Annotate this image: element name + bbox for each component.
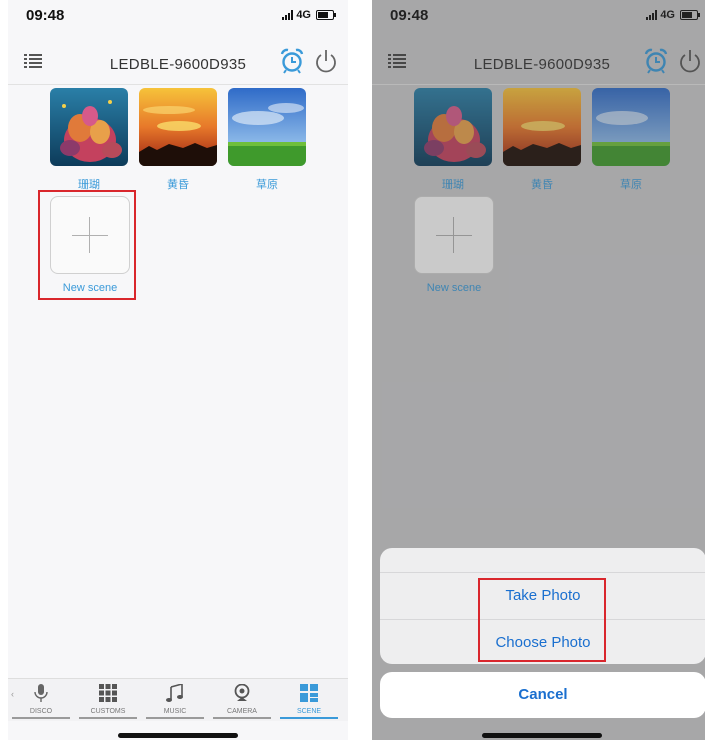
status-bar: 09:48 4G (8, 0, 348, 30)
tab-scene[interactable]: SCENE (276, 681, 342, 719)
home-indicator[interactable] (118, 733, 238, 738)
tab-music[interactable]: MUSIC (142, 681, 208, 719)
power-icon[interactable] (314, 48, 338, 74)
highlight-box-new-scene (38, 190, 136, 300)
network-type: 4G (296, 9, 311, 21)
scene-icon (300, 684, 318, 702)
tab-label-customs: CUSTOMS (90, 708, 126, 715)
tab-underline (12, 717, 70, 719)
battery-icon (316, 10, 336, 20)
tab-label-camera: CAMERA (227, 708, 257, 715)
scene-label-sunset[interactable]: 黄昏 (139, 176, 217, 192)
webcam-icon (234, 684, 250, 701)
tab-underline (280, 717, 338, 719)
status-indicators: 4G (282, 9, 336, 21)
grid-icon (99, 684, 117, 702)
phone-screen-photo-picker: 09:48 4G LEDBLE-9600D935 珊瑚 黄昏 草原 New sc… (372, 0, 705, 740)
tab-label-disco: DISCO (29, 708, 53, 715)
home-indicator[interactable] (482, 733, 602, 738)
phone-screen-scene-list: 09:48 4G LEDBLE-9600D935 珊瑚 黄昏 草原 New sc… (8, 0, 348, 740)
highlight-box-photo-options (478, 578, 606, 662)
signal-icon (282, 10, 294, 20)
cancel-button[interactable]: Cancel (380, 672, 705, 718)
action-sheet-header (380, 548, 705, 573)
tab-underline (146, 717, 204, 719)
alarm-clock-icon[interactable] (280, 48, 304, 74)
scene-thumbnail-grassland[interactable] (228, 88, 306, 166)
scene-thumbnail-sunset[interactable] (139, 88, 217, 166)
tab-underline (213, 717, 271, 719)
tab-camera[interactable]: CAMERA (209, 681, 275, 719)
app-header: LEDBLE-9600D935 (8, 44, 348, 84)
tab-customs[interactable]: CUSTOMS (75, 681, 141, 719)
tab-disco[interactable]: DISCO (8, 681, 74, 719)
tab-label-scene: SCENE (296, 708, 322, 715)
music-note-icon (166, 684, 183, 702)
tab-underline (79, 717, 137, 719)
microphone-icon (34, 684, 48, 702)
header-divider (8, 84, 348, 85)
bottom-tab-bar: ‹ DISCO CUSTOMS MUSIC CAMERA SCENE (8, 678, 348, 721)
scene-label-grassland[interactable]: 草原 (228, 176, 306, 192)
tab-label-music: MUSIC (163, 708, 187, 715)
status-time: 09:48 (26, 7, 65, 24)
scene-thumbnail-coral[interactable] (50, 88, 128, 166)
